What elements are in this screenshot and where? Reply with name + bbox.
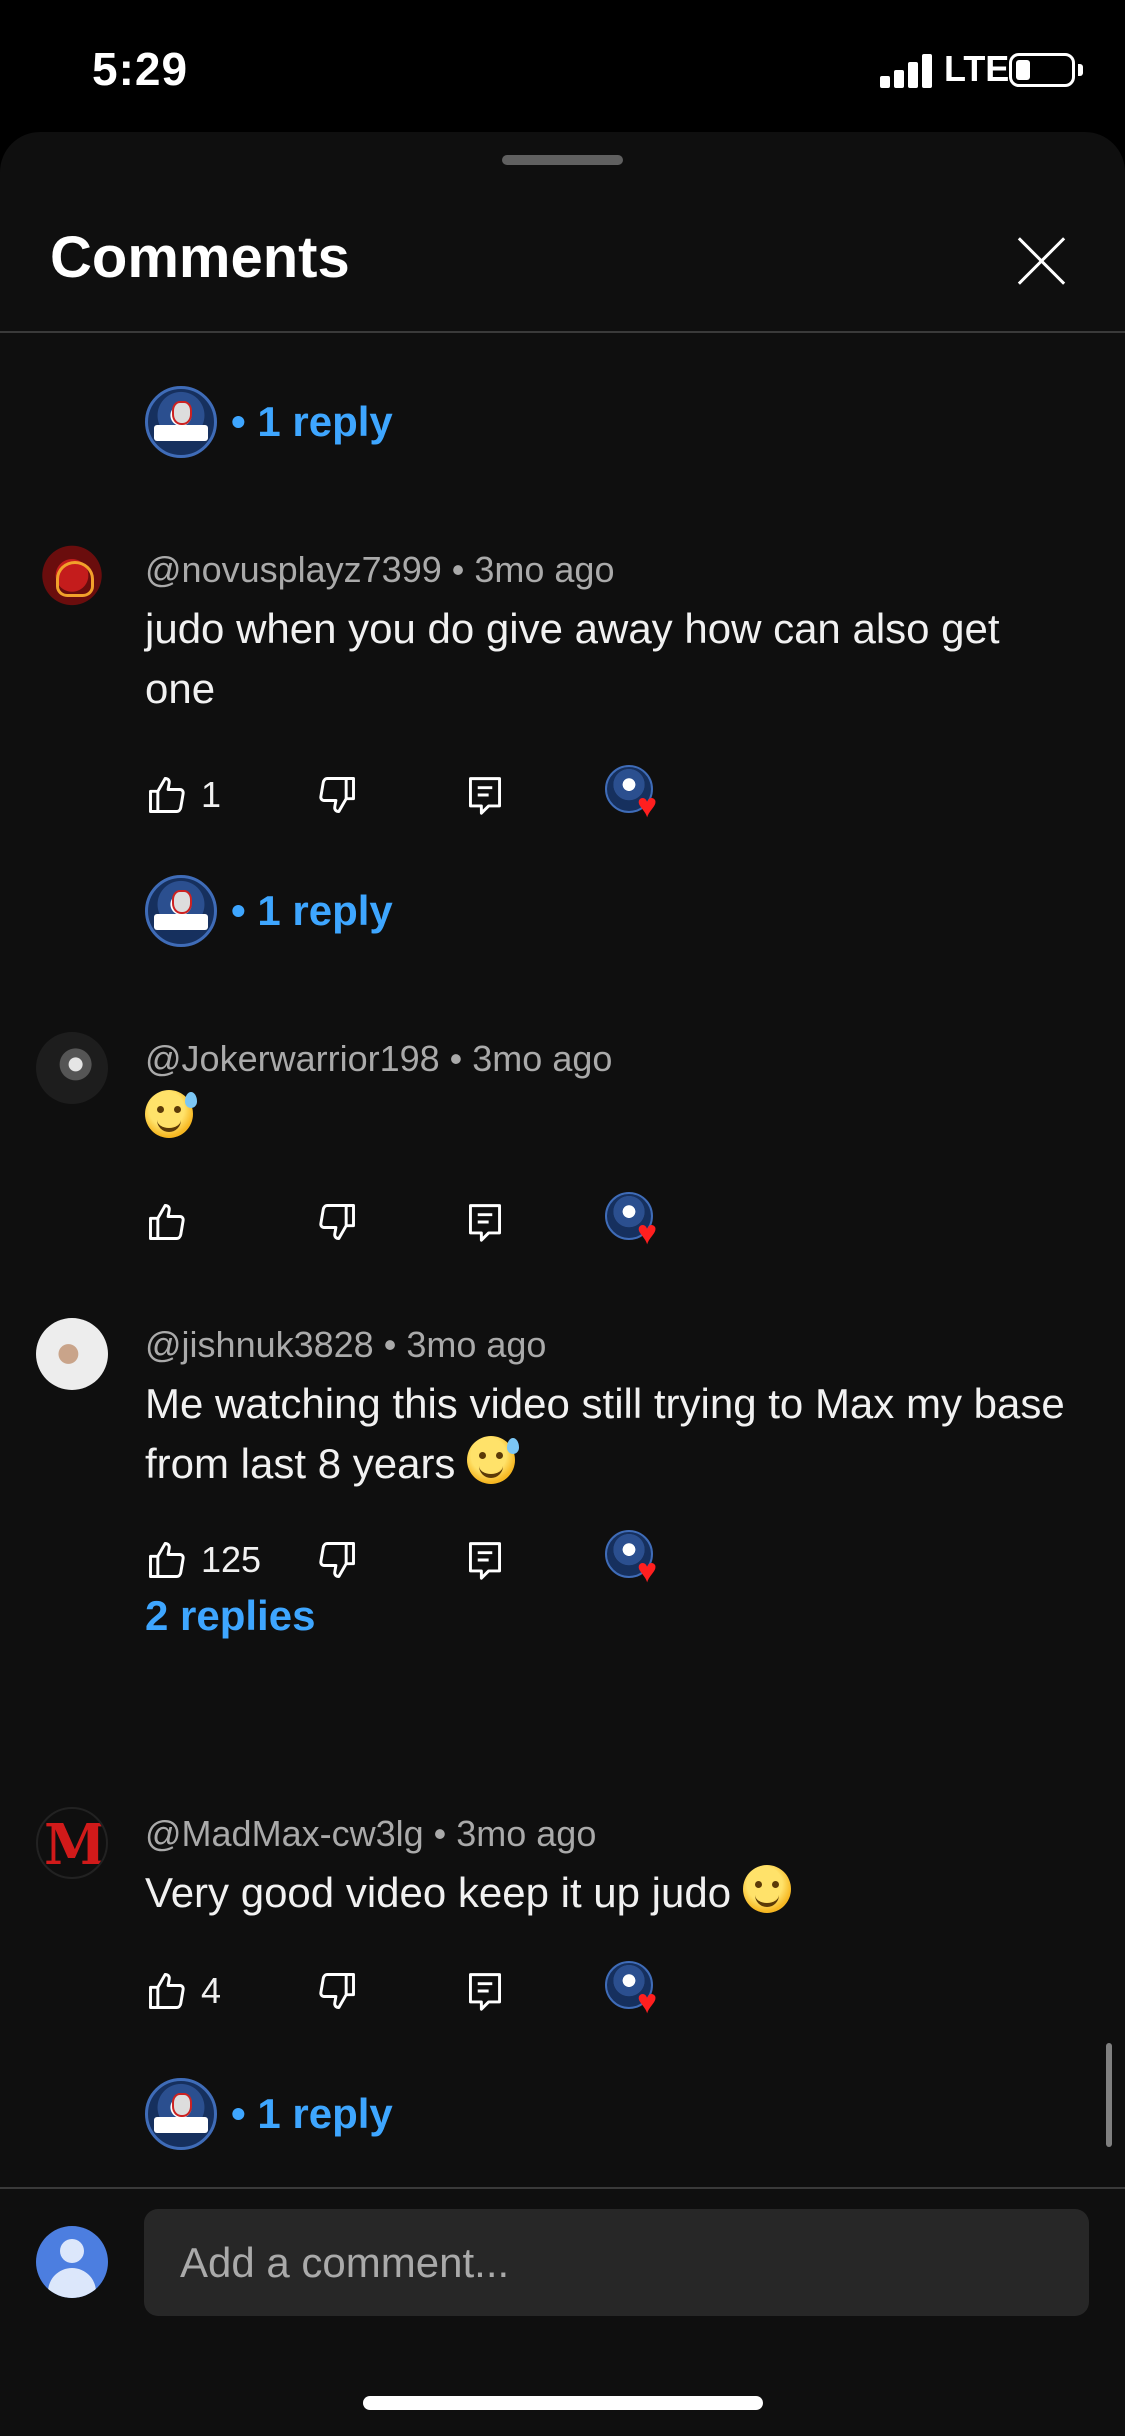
comment-meta: @MadMax-cw3lg • 3mo ago — [145, 1813, 596, 1855]
reply-button[interactable] — [465, 1961, 505, 2021]
avatar[interactable] — [36, 1032, 108, 1104]
thumbs-down-icon — [319, 1542, 355, 1578]
comment-age: 3mo ago — [472, 1038, 613, 1079]
home-indicator[interactable] — [363, 2396, 763, 2410]
dislike-button[interactable] — [315, 1530, 359, 1590]
sweat-smile-emoji — [145, 1090, 197, 1138]
heart-icon: ♥ — [637, 1214, 658, 1252]
creator-heart-badge: ♥ — [605, 1530, 665, 1590]
network-label: LTE — [944, 48, 1010, 89]
creator-heart-badge: ♥ — [605, 765, 665, 825]
smile-emoji — [742, 1865, 791, 1913]
comment-icon — [469, 1542, 501, 1580]
comment-text — [145, 1088, 1075, 1148]
dislike-button[interactable] — [315, 765, 359, 825]
comment-actions: 4 ♥ — [145, 1961, 705, 2021]
creator-avatar — [145, 2078, 217, 2150]
creator-heart-badge: ♥ — [605, 1192, 665, 1252]
replies-toggle[interactable]: 2 replies — [145, 1580, 315, 1652]
replies-link[interactable]: • 1 reply — [231, 398, 393, 446]
add-comment-input[interactable] — [144, 2209, 1089, 2316]
comment-text: Very good video keep it up judo — [145, 1863, 1075, 1923]
like-count: 125 — [201, 1539, 262, 1580]
comment-actions: ♥ — [145, 1192, 705, 1252]
comments-list[interactable]: • 1 reply @novusplayz7399 • 3mo ago judo… — [0, 333, 1125, 2319]
comment-author[interactable]: @jishnuk3828 — [145, 1324, 374, 1365]
like-count: 1 — [201, 774, 222, 815]
replies-link[interactable]: • 1 reply — [231, 887, 393, 935]
meta-separator: • — [449, 1038, 473, 1079]
comment-icon — [469, 777, 501, 815]
comment-text-body: Me watching this video still trying to M… — [145, 1380, 1065, 1487]
creator-avatar — [145, 386, 217, 458]
replies-toggle[interactable]: • 1 reply — [145, 875, 393, 947]
scrollbar[interactable] — [1106, 2043, 1112, 2147]
meta-separator: • — [433, 1813, 457, 1854]
dislike-button[interactable] — [315, 1961, 359, 2021]
sheet-title: Comments — [50, 225, 350, 290]
input-divider — [0, 2187, 1125, 2189]
comment-age: 3mo ago — [406, 1324, 547, 1365]
like-button[interactable] — [145, 1192, 189, 1252]
battery-cap — [1078, 64, 1083, 76]
dislike-button[interactable] — [315, 1192, 359, 1252]
reply-button[interactable] — [465, 1530, 505, 1590]
replies-toggle[interactable]: • 1 reply — [145, 386, 393, 458]
comment-text: Me watching this video still trying to M… — [145, 1374, 1075, 1494]
thumbs-up-icon — [149, 1973, 185, 2009]
comment-meta: @novusplayz7399 • 3mo ago — [145, 549, 614, 591]
close-icon[interactable] — [1005, 225, 1077, 297]
replies-toggle[interactable]: • 1 reply — [145, 2078, 393, 2150]
thumbs-down-icon — [319, 1973, 355, 2009]
comments-sheet: Comments • 1 reply @novusplayz7399 • 3mo… — [0, 132, 1125, 2436]
comment-author[interactable]: @novusplayz7399 — [145, 549, 442, 590]
replies-link[interactable]: 2 replies — [145, 1592, 315, 1640]
battery-icon — [1009, 53, 1075, 87]
like-button[interactable]: 4 — [145, 1961, 221, 2021]
comment-text-body: Very good video keep it up judo — [145, 1869, 732, 1916]
status-bar: 5:29 LTE — [0, 0, 1125, 132]
replies-link[interactable]: • 1 reply — [231, 2090, 393, 2138]
thumbs-down-icon — [319, 1204, 355, 1240]
creator-avatar — [145, 875, 217, 947]
heart-icon: ♥ — [637, 1552, 658, 1590]
thumbs-up-icon — [149, 1542, 185, 1578]
comment-meta: @jishnuk3828 • 3mo ago — [145, 1324, 546, 1366]
thumbs-up-icon — [149, 1204, 185, 1240]
thumbs-up-icon — [149, 777, 185, 813]
meta-separator: • — [383, 1324, 407, 1365]
comment-author[interactable]: @Jokerwarrior198 — [145, 1038, 440, 1079]
heart-icon: ♥ — [637, 787, 658, 825]
avatar[interactable] — [36, 543, 108, 615]
user-avatar-icon — [36, 2226, 108, 2298]
avatar[interactable]: M — [36, 1807, 108, 1879]
like-button[interactable]: 1 — [145, 765, 221, 825]
sheet-grabber[interactable] — [502, 155, 623, 165]
comment-age: 3mo ago — [456, 1813, 597, 1854]
status-time: 5:29 — [92, 43, 189, 95]
comment-actions: 1 ♥ — [145, 765, 705, 825]
meta-separator: • — [451, 549, 475, 590]
signal-icon — [880, 52, 936, 88]
heart-icon: ♥ — [637, 1983, 658, 2021]
creator-heart-badge: ♥ — [605, 1961, 665, 2021]
comment-author[interactable]: @MadMax-cw3lg — [145, 1813, 424, 1854]
comment-icon — [469, 1204, 501, 1242]
comment-meta: @Jokerwarrior198 • 3mo ago — [145, 1038, 612, 1080]
comment-text: judo when you do give away how can also … — [145, 605, 1000, 712]
reply-button[interactable] — [465, 1192, 505, 1252]
comment-icon — [469, 1973, 501, 2011]
avatar[interactable] — [36, 1318, 108, 1390]
reply-button[interactable] — [465, 765, 505, 825]
comment-age: 3mo ago — [474, 549, 615, 590]
like-count: 4 — [201, 1970, 222, 2011]
thumbs-down-icon — [319, 777, 355, 813]
sweat-smile-emoji — [467, 1436, 520, 1484]
